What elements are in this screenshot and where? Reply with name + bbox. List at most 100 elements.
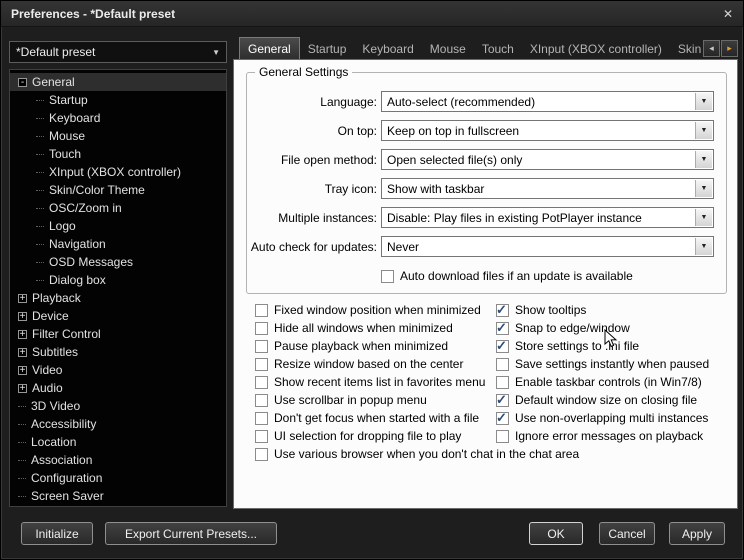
- checkbox-checked-icon[interactable]: ✓: [496, 304, 509, 317]
- tree-item-filter-control[interactable]: +Filter Control: [10, 325, 226, 343]
- tree-item-playback[interactable]: +Playback: [10, 289, 226, 307]
- expand-icon[interactable]: +: [18, 312, 27, 321]
- tree-item-association[interactable]: Association: [10, 451, 226, 469]
- expand-icon[interactable]: +: [18, 330, 27, 339]
- checkbox-unchecked-icon[interactable]: [255, 448, 268, 461]
- dropdown-value: Disable: Play files in existing PotPlaye…: [387, 211, 662, 225]
- checkbox-unchecked-icon[interactable]: [255, 322, 268, 335]
- close-icon[interactable]: ✕: [723, 1, 733, 27]
- tree-item-logo[interactable]: Logo: [10, 217, 226, 235]
- option-resize-window-based-on-the-center[interactable]: Resize window based on the center: [255, 355, 496, 373]
- dropdown-file-open-method[interactable]: Open selected file(s) only▼: [381, 149, 714, 170]
- checkbox-unchecked-icon[interactable]: [255, 376, 268, 389]
- tab-touch[interactable]: Touch: [474, 39, 522, 59]
- checkbox-unchecked-icon[interactable]: [496, 358, 509, 371]
- ok-button[interactable]: OK: [529, 522, 583, 545]
- option-fixed-window-position-when-minimized[interactable]: Fixed window position when minimized: [255, 301, 496, 319]
- tab-keyboard[interactable]: Keyboard: [354, 39, 421, 59]
- collapse-icon[interactable]: -: [18, 78, 27, 87]
- dropdown-auto-check-for-updates[interactable]: Never▼: [381, 236, 714, 257]
- tree-item-3d-video[interactable]: 3D Video: [10, 397, 226, 415]
- settings-panel: General Settings Language:Auto-select (r…: [233, 59, 738, 509]
- tree-item-label: Audio: [32, 381, 63, 395]
- option-enable-taskbar-controls-in-win7-8[interactable]: Enable taskbar controls (in Win7/8): [496, 373, 709, 391]
- tree-item-label: Subtitles: [32, 345, 78, 359]
- checkbox-unchecked-icon[interactable]: [255, 412, 268, 425]
- checkbox-unchecked-icon[interactable]: [255, 340, 268, 353]
- option-use-non-overlapping-multi-instances[interactable]: ✓Use non-overlapping multi instances: [496, 409, 709, 427]
- tree-item-configuration[interactable]: Configuration: [10, 469, 226, 487]
- checkbox-unchecked-icon[interactable]: [496, 376, 509, 389]
- tab-general[interactable]: General: [239, 37, 300, 59]
- tree-item-accessibility[interactable]: Accessibility: [10, 415, 226, 433]
- apply-button[interactable]: Apply: [669, 522, 725, 545]
- option-store-settings-to-ini-file[interactable]: ✓Store settings to .ini file: [496, 337, 709, 355]
- expand-icon[interactable]: +: [18, 348, 27, 357]
- tree-item-osd-messages[interactable]: OSD Messages: [10, 253, 226, 271]
- export-presets-button[interactable]: Export Current Presets...: [105, 522, 277, 545]
- option-use-scrollbar-in-popup-menu[interactable]: Use scrollbar in popup menu: [255, 391, 496, 409]
- tree-item-video[interactable]: +Video: [10, 361, 226, 379]
- option-auto-download-files-if-an-update-is-available[interactable]: Auto download files if an update is avai…: [381, 267, 726, 285]
- titlebar[interactable]: Preferences - *Default preset ✕: [1, 1, 743, 27]
- tree-item-mouse[interactable]: Mouse: [10, 127, 226, 145]
- tree-item-device[interactable]: +Device: [10, 307, 226, 325]
- tree-item-touch[interactable]: Touch: [10, 145, 226, 163]
- option-ignore-error-messages-on-playback[interactable]: Ignore error messages on playback: [496, 427, 709, 445]
- tree-item-keyboard[interactable]: Keyboard: [10, 109, 226, 127]
- checkbox-unchecked-icon[interactable]: [496, 430, 509, 443]
- tree-item-navigation[interactable]: Navigation: [10, 235, 226, 253]
- dropdown-tray-icon[interactable]: Show with taskbar▼: [381, 178, 714, 199]
- expand-icon[interactable]: +: [18, 366, 27, 375]
- dropdown-multiple-instances[interactable]: Disable: Play files in existing PotPlaye…: [381, 207, 714, 228]
- checkbox-unchecked-icon[interactable]: [255, 394, 268, 407]
- tree-item-audio[interactable]: + Audio: [10, 379, 226, 397]
- setting-row-language: Language:Auto-select (recommended)▼: [247, 87, 726, 116]
- tree-item-screen-saver[interactable]: Screen Saver: [10, 487, 226, 505]
- chevron-down-icon: ▼: [695, 93, 712, 110]
- option-save-settings-instantly-when-paused[interactable]: Save settings instantly when paused: [496, 355, 709, 373]
- option-pause-playback-when-minimized[interactable]: Pause playback when minimized: [255, 337, 496, 355]
- tab-scroll-left-button[interactable]: ◂: [703, 40, 720, 57]
- option-snap-to-edge-window[interactable]: ✓Snap to edge/window: [496, 319, 709, 337]
- tab-mouse[interactable]: Mouse: [422, 39, 474, 59]
- expand-icon[interactable]: +: [18, 294, 27, 303]
- tree-item-general[interactable]: -General: [10, 73, 226, 91]
- option-show-recent-items-list-in-favorites-menu[interactable]: Show recent items list in favorites menu: [255, 373, 496, 391]
- checkbox-checked-icon[interactable]: ✓: [496, 322, 509, 335]
- tree-item-location[interactable]: Location: [10, 433, 226, 451]
- option-use-various-browser-when-you-don-t-chat-in-the-chat-area[interactable]: Use various browser when you don't chat …: [255, 445, 579, 463]
- tree-item-dialog-box[interactable]: Dialog box: [10, 271, 226, 289]
- checkbox-unchecked-icon[interactable]: [255, 430, 268, 443]
- option-show-tooltips[interactable]: ✓Show tooltips: [496, 301, 709, 319]
- option-default-window-size-on-closing-file[interactable]: ✓Default window size on closing file: [496, 391, 709, 409]
- initialize-button[interactable]: Initialize: [21, 522, 93, 545]
- preset-dropdown[interactable]: *Default preset ▼: [9, 41, 227, 63]
- checkbox-unchecked-icon[interactable]: [255, 304, 268, 317]
- tree-item-skin-color-theme[interactable]: Skin/Color Theme: [10, 181, 226, 199]
- option-don-t-get-focus-when-started-with-a-file[interactable]: Don't get focus when started with a file: [255, 409, 496, 427]
- expand-icon[interactable]: +: [18, 384, 27, 393]
- tab-startup[interactable]: Startup: [300, 39, 355, 59]
- option-hide-all-windows-when-minimized[interactable]: Hide all windows when minimized: [255, 319, 496, 337]
- checkbox-checked-icon[interactable]: ✓: [496, 412, 509, 425]
- checkbox-unchecked-icon[interactable]: [381, 270, 394, 283]
- tab-xinput-xbox-controller[interactable]: XInput (XBOX controller): [522, 39, 670, 59]
- setting-row-on-top: On top:Keep on top in fullscreen▼: [247, 116, 726, 145]
- tree-branch-line: [36, 262, 44, 263]
- dropdown-language[interactable]: Auto-select (recommended)▼: [381, 91, 714, 112]
- tree-item-osc-zoom-in[interactable]: OSC/Zoom in: [10, 199, 226, 217]
- checkbox-unchecked-icon[interactable]: [255, 358, 268, 371]
- tab-scroll-right-button[interactable]: ▸: [721, 40, 738, 57]
- checkbox-checked-icon[interactable]: ✓: [496, 394, 509, 407]
- tree-item-startup[interactable]: Startup: [10, 91, 226, 109]
- option-ui-selection-for-dropping-file-to-play[interactable]: UI selection for dropping file to play: [255, 427, 496, 445]
- cancel-button[interactable]: Cancel: [599, 522, 655, 545]
- dropdown-on-top[interactable]: Keep on top in fullscreen▼: [381, 120, 714, 141]
- tree-item-subtitles[interactable]: + Subtitles: [10, 343, 226, 361]
- tree-item-label: Accessibility: [31, 417, 96, 431]
- checkbox-checked-icon[interactable]: ✓: [496, 340, 509, 353]
- tree-item-xinput-xbox-controller[interactable]: XInput (XBOX controller): [10, 163, 226, 181]
- tree-item-label: Mouse: [49, 129, 85, 143]
- tab-skin[interactable]: Skin: [670, 39, 702, 59]
